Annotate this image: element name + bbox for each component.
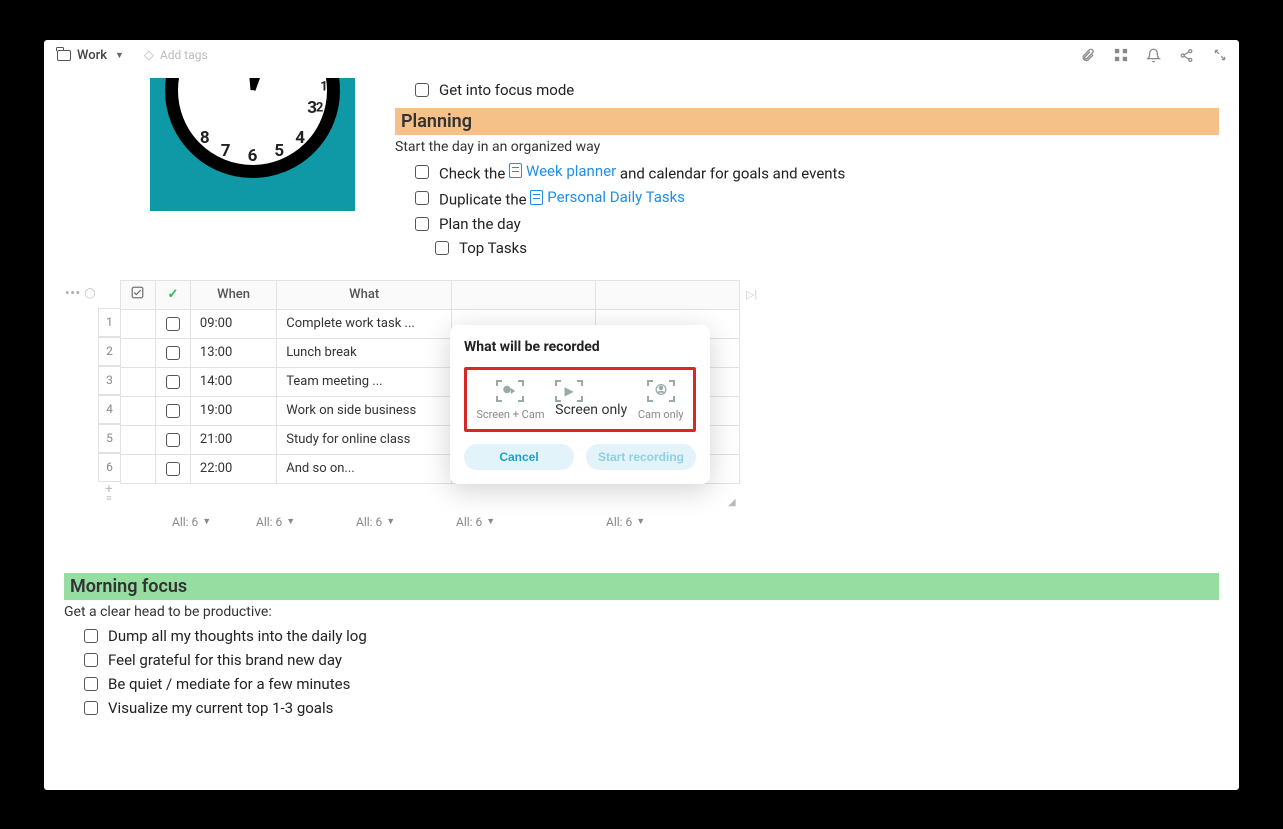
col-header-when[interactable]: When bbox=[190, 280, 276, 309]
option-screen-cam[interactable]: Screen + Cam bbox=[476, 380, 544, 421]
task-text: Visualize my current top 1-3 goals bbox=[108, 699, 333, 717]
task-text: Check the Week planner and calendar for … bbox=[439, 162, 845, 183]
summary-cell[interactable]: All: 6▼ bbox=[356, 515, 456, 529]
menu-dots-icon[interactable]: ••• bbox=[64, 280, 82, 509]
cell-what[interactable]: Study for online class bbox=[277, 425, 452, 454]
radio-header-icon[interactable]: ◯ bbox=[82, 280, 98, 308]
expand-column-icon[interactable]: ▷| bbox=[740, 280, 757, 509]
col-header-where[interactable] bbox=[452, 280, 596, 309]
checkbox[interactable] bbox=[166, 375, 180, 389]
topbar: Work ▼ ◇ Add tags bbox=[44, 40, 1239, 72]
cell-when[interactable]: 13:00 bbox=[190, 338, 276, 367]
screen-cam-icon bbox=[496, 380, 524, 402]
cell-when[interactable]: 19:00 bbox=[190, 396, 276, 425]
start-recording-button[interactable]: Start recording bbox=[586, 444, 696, 470]
checkbox[interactable] bbox=[166, 433, 180, 447]
drag-rows-icon[interactable]: ≡ bbox=[98, 497, 120, 509]
cell-when[interactable]: 09:00 bbox=[190, 309, 276, 338]
chevron-down-icon[interactable]: ▼ bbox=[115, 50, 124, 61]
breadcrumb[interactable]: Work bbox=[77, 48, 107, 63]
summary-cell[interactable]: All: 6▼ bbox=[256, 515, 356, 529]
col-header-what[interactable]: What bbox=[277, 280, 452, 309]
morning-focus-section: Morning focus Get a clear head to be pro… bbox=[64, 573, 1219, 720]
row-number[interactable]: 1 bbox=[98, 308, 120, 337]
planning-subtitle: Start the day in an organized way bbox=[395, 139, 1219, 155]
col-header-checklist[interactable] bbox=[121, 280, 156, 309]
summary-cell[interactable]: All: 6▼ bbox=[172, 515, 256, 529]
checkbox[interactable] bbox=[415, 217, 429, 231]
col-header-done[interactable]: ✓ bbox=[155, 280, 190, 309]
row-number[interactable]: 4 bbox=[98, 395, 120, 424]
page-link-personal-daily-tasks[interactable]: Personal Daily Tasks bbox=[530, 188, 685, 206]
row-number[interactable]: 3 bbox=[98, 366, 120, 395]
task-text: Top Tasks bbox=[459, 239, 527, 257]
bell-icon[interactable] bbox=[1146, 48, 1161, 63]
share-icon[interactable] bbox=[1179, 48, 1194, 63]
row-number[interactable]: 6 bbox=[98, 453, 120, 482]
page-link-week-planner[interactable]: Week planner bbox=[509, 162, 616, 180]
resize-handle-icon[interactable]: ◢ bbox=[728, 497, 738, 507]
cell-when[interactable]: 14:00 bbox=[190, 367, 276, 396]
checkbox[interactable] bbox=[84, 653, 98, 667]
modal-title: What will be recorded bbox=[464, 339, 696, 355]
summary-cell[interactable]: All: 6▼ bbox=[606, 515, 746, 529]
page-icon bbox=[530, 190, 543, 205]
task-text: Be quiet / mediate for a few minutes bbox=[108, 675, 350, 693]
check-icon: ✓ bbox=[167, 287, 178, 302]
checkbox[interactable] bbox=[415, 165, 429, 179]
row-numbers: 1 2 3 4 5 6 + ≡ bbox=[98, 280, 120, 509]
morning-header: Morning focus bbox=[64, 573, 1219, 600]
tag-icon[interactable]: ◇ bbox=[144, 48, 154, 63]
row-number[interactable]: 5 bbox=[98, 424, 120, 453]
checkbox[interactable] bbox=[84, 677, 98, 691]
recording-modal: What will be recorded Screen + Cam ▶ Scr… bbox=[450, 325, 710, 484]
screen-only-icon: ▶ bbox=[555, 380, 583, 402]
checkbox[interactable] bbox=[415, 83, 429, 97]
recording-options: Screen + Cam ▶ Screen only Cam only bbox=[464, 367, 696, 432]
cell-when[interactable]: 21:00 bbox=[190, 425, 276, 454]
task-text: Duplicate the Personal Daily Tasks bbox=[439, 188, 685, 209]
option-screen-only[interactable]: ▶ Screen only bbox=[555, 380, 627, 421]
planning-section: Get into focus mode Planning Start the d… bbox=[395, 78, 1219, 260]
checkbox[interactable] bbox=[166, 317, 180, 331]
checkbox[interactable] bbox=[415, 191, 429, 205]
task-text: Feel grateful for this brand new day bbox=[108, 651, 342, 669]
add-tags-placeholder[interactable]: Add tags bbox=[160, 48, 208, 62]
row-number[interactable]: 2 bbox=[98, 337, 120, 366]
grid-icon[interactable] bbox=[1113, 48, 1128, 63]
checkbox[interactable] bbox=[84, 701, 98, 715]
task-text: Plan the day bbox=[439, 215, 521, 233]
expand-icon[interactable] bbox=[1212, 48, 1227, 63]
app-window: Work ▼ ◇ Add tags 4 5 6 7 8 bbox=[44, 40, 1239, 790]
page-icon bbox=[509, 163, 522, 178]
cell-when[interactable]: 22:00 bbox=[190, 454, 276, 483]
cell-what[interactable]: Work on side business bbox=[277, 396, 452, 425]
cell-what[interactable]: Team meeting ... bbox=[277, 367, 452, 396]
summary-cell[interactable]: All: 6▼ bbox=[456, 515, 606, 529]
cancel-button[interactable]: Cancel bbox=[464, 444, 574, 470]
morning-subtitle: Get a clear head to be productive: bbox=[64, 604, 1219, 620]
task-text: Get into focus mode bbox=[439, 81, 574, 99]
attachment-icon[interactable] bbox=[1080, 48, 1095, 63]
cam-only-icon bbox=[647, 380, 675, 402]
folder-icon bbox=[56, 48, 71, 63]
option-cam-only[interactable]: Cam only bbox=[638, 380, 684, 421]
checkbox[interactable] bbox=[166, 462, 180, 476]
table-summary-row: All: 6▼ All: 6▼ All: 6▼ All: 6▼ All: 6▼ bbox=[104, 515, 1219, 529]
task-text: Dump all my thoughts into the daily log bbox=[108, 627, 367, 645]
checkbox[interactable] bbox=[166, 404, 180, 418]
col-header-tag[interactable] bbox=[596, 280, 740, 309]
clock-image: 4 5 6 7 8 3 2 1 bbox=[150, 78, 355, 211]
cell-what[interactable]: Complete work task ... bbox=[277, 309, 452, 338]
planning-header: Planning bbox=[395, 108, 1219, 135]
check box[interactable] bbox=[84, 629, 98, 643]
cell-what[interactable]: Lunch break bbox=[277, 338, 452, 367]
cell-what[interactable]: And so on... bbox=[277, 454, 452, 483]
checkbox[interactable] bbox=[166, 346, 180, 360]
checkbox[interactable] bbox=[435, 241, 449, 255]
